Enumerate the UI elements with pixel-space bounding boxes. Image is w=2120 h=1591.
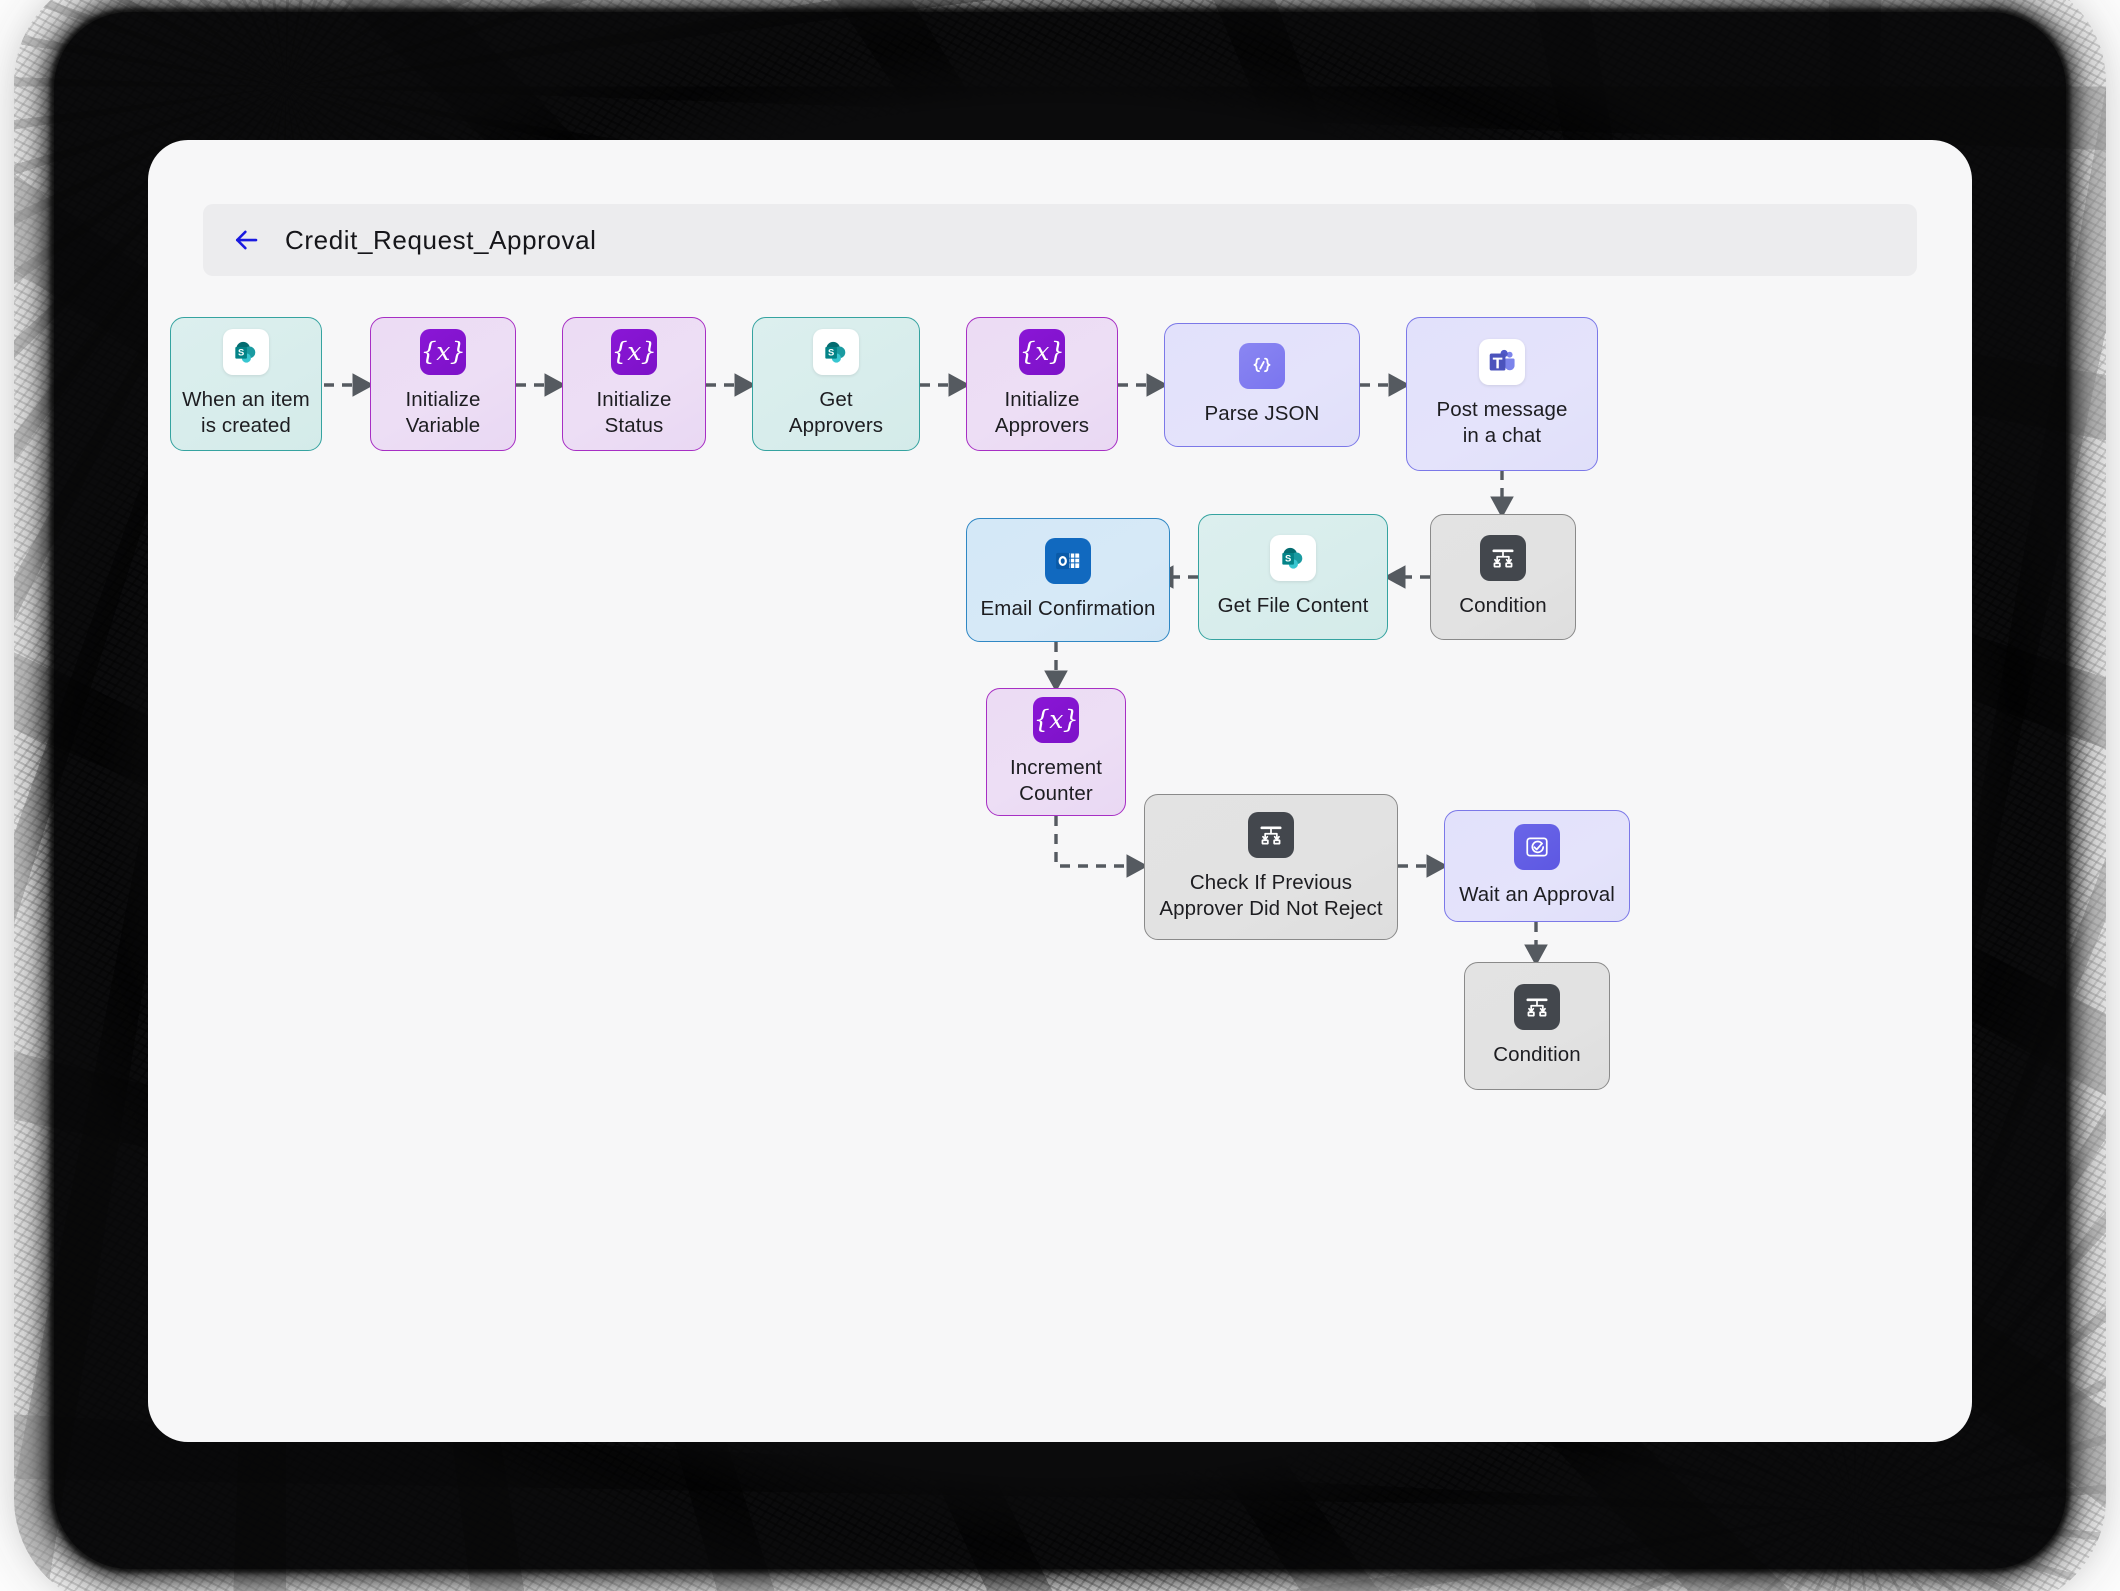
svg-text:S: S [1285, 554, 1291, 564]
node-initialize-status[interactable]: {x} Initialize Status [562, 317, 706, 451]
node-label: When an item is created [182, 387, 310, 437]
sharepoint-icon: S [223, 328, 269, 375]
node-parse-json[interactable]: Parse JSON [1164, 323, 1360, 447]
node-check-if-previous-approver-did-not-reject[interactable]: Check If Previous Approver Did Not Rejec… [1144, 794, 1398, 940]
node-label: Post message in a chat [1436, 397, 1568, 447]
edge-increment-to-check [1054, 816, 1149, 878]
node-label: Initialize Variable [405, 387, 481, 437]
node-email-confirmation[interactable]: Email Confirmation [966, 518, 1170, 642]
node-label: Initialize Status [596, 387, 672, 437]
app-screen: Credit_Request_Approval S When an item i… [148, 140, 1972, 1442]
node-label: Initialize Approvers [994, 387, 1090, 437]
node-label: Parse JSON [1204, 401, 1320, 425]
node-get-approvers[interactable]: S Get Approvers [752, 317, 920, 451]
node-wait-an-approval[interactable]: Wait an Approval [1444, 810, 1630, 922]
node-label: Get Approvers [788, 387, 884, 437]
node-label: Check If Previous Approver Did Not Rejec… [1159, 870, 1383, 920]
variable-icon: {x} [611, 328, 657, 375]
node-label: Condition [1493, 1042, 1581, 1066]
node-condition-2[interactable]: Condition [1464, 962, 1610, 1090]
sharepoint-icon: S [1270, 534, 1316, 581]
condition-icon [1480, 534, 1526, 581]
node-increment-counter[interactable]: {x} Increment Counter [986, 688, 1126, 816]
node-initialize-approvers[interactable]: {x} Initialize Approvers [966, 317, 1118, 451]
node-get-file-content[interactable]: S Get File Content [1198, 514, 1388, 640]
variable-icon: {x} [1019, 328, 1065, 375]
approval-icon [1514, 823, 1560, 870]
svg-text:S: S [828, 347, 834, 357]
node-label: Increment Counter [1009, 755, 1103, 805]
node-label: Get File Content [1217, 593, 1369, 617]
sharepoint-icon: S [813, 328, 859, 375]
condition-icon [1248, 811, 1294, 858]
variable-icon: {x} [1033, 696, 1079, 743]
teams-icon [1479, 338, 1525, 385]
workflow-canvas[interactable]: S When an item is created {x} Initialize… [148, 140, 1972, 1442]
node-label: Condition [1459, 593, 1547, 617]
node-label: Wait an Approval [1459, 882, 1615, 906]
node-condition-1[interactable]: Condition [1430, 514, 1576, 640]
node-initialize-variable[interactable]: {x} Initialize Variable [370, 317, 516, 451]
condition-icon [1514, 983, 1560, 1030]
variable-icon: {x} [420, 328, 466, 375]
outlook-icon [1045, 537, 1091, 584]
svg-text:S: S [238, 347, 244, 357]
node-when-item-created[interactable]: S When an item is created [170, 317, 322, 451]
parse-json-icon [1239, 342, 1285, 389]
node-label: Email Confirmation [980, 596, 1156, 620]
node-post-message-in-a-chat[interactable]: Post message in a chat [1406, 317, 1598, 471]
